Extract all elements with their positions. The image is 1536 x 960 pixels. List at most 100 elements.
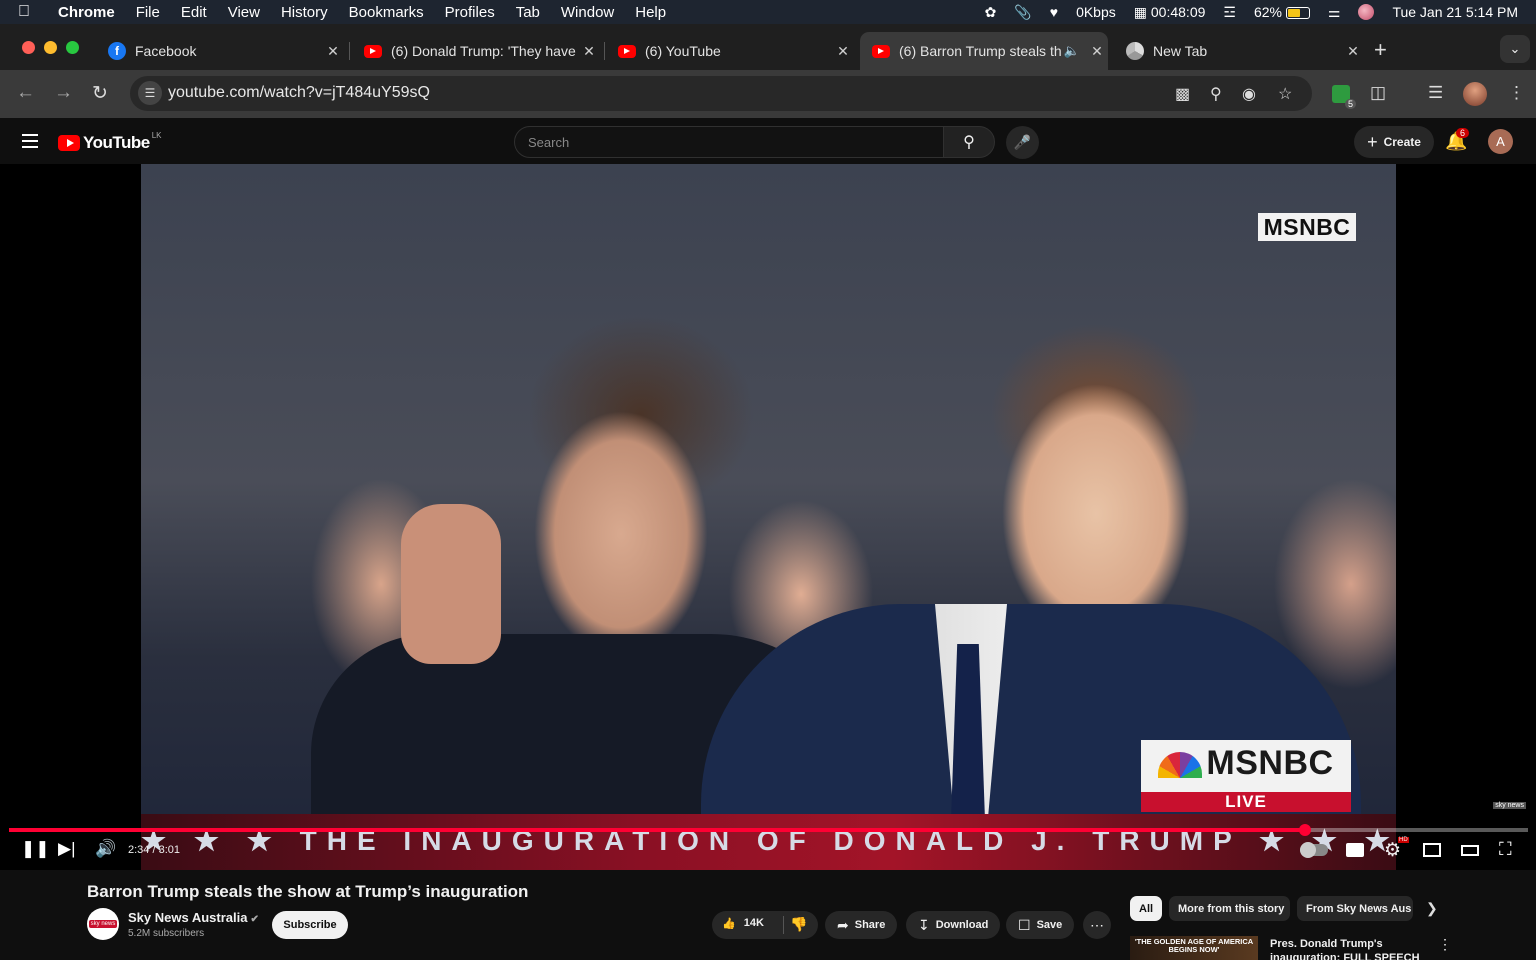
url-text[interactable]: youtube.com/watch?v=jT484uY59sQ <box>168 84 430 102</box>
menu-history[interactable]: History <box>281 4 328 21</box>
bookmark-star-icon[interactable]: ☆ <box>1278 84 1292 104</box>
more-actions-icon[interactable]: ⋯ <box>1083 911 1111 939</box>
volume-icon[interactable]: 🔊 <box>95 839 116 859</box>
extension-icon[interactable]: 5 <box>1332 85 1356 109</box>
video-frame[interactable]: MSNBC MSNBC LIVE ★ ★ ★ THE INAUGURATION … <box>141 164 1396 870</box>
like-dislike-group: 👍 14K 👎 <box>712 911 818 939</box>
user-avatar[interactable]: A <box>1488 129 1513 154</box>
next-video-icon[interactable]: ▶| <box>58 839 76 859</box>
menu-edit[interactable]: Edit <box>181 4 207 21</box>
download-button[interactable]: ↧ Download <box>906 911 1001 939</box>
openai-icon[interactable]: ✿ <box>985 4 997 21</box>
back-arrow-icon[interactable]: ← <box>16 82 35 104</box>
wifi-icon[interactable]: ☲ <box>1223 4 1236 21</box>
theater-mode-icon[interactable] <box>1461 845 1479 856</box>
menu-view[interactable]: View <box>228 4 260 21</box>
inauguration-banner: ★ ★ ★ THE INAUGURATION OF DONALD J. TRUM… <box>141 814 1396 870</box>
close-tab-icon[interactable]: ✕ <box>578 43 600 60</box>
tab-divider <box>604 42 605 60</box>
apple-menu-icon[interactable]:  <box>18 3 44 21</box>
close-window-button[interactable] <box>22 41 35 54</box>
close-tab-icon[interactable]: ✕ <box>1342 43 1364 60</box>
settings-gear-icon[interactable]: ⚙ HD <box>1384 837 1409 862</box>
autoplay-toggle[interactable] <box>1300 842 1328 858</box>
recommended-title[interactable]: Pres. Donald Trump's inauguration: FULL … <box>1270 937 1420 960</box>
zoom-icon[interactable]: ⚲ <box>1210 84 1222 104</box>
kebab-menu-icon[interactable]: ⋮ <box>1508 83 1525 103</box>
menu-window[interactable]: Window <box>561 4 614 21</box>
battery-icon <box>1285 7 1310 20</box>
menu-tab[interactable]: Tab <box>516 4 540 21</box>
create-button[interactable]: + Create <box>1354 126 1434 158</box>
forward-arrow-icon[interactable]: → <box>54 82 73 104</box>
menu-profiles[interactable]: Profiles <box>445 4 495 21</box>
channel-name-link[interactable]: Sky News Australia ✔ <box>128 910 259 925</box>
search-icon: ⚲ <box>963 134 975 151</box>
voice-search-button[interactable]: 🎤 <box>1006 126 1039 159</box>
menu-clock[interactable]: Tue Jan 21 5:14 PM <box>1392 4 1518 20</box>
siri-icon[interactable] <box>1358 4 1375 20</box>
control-center-icon[interactable]: ⚌ <box>1328 4 1341 21</box>
tab-barron-trump[interactable]: (6) Barron Trump steals th 🔈 ✕ <box>860 32 1108 70</box>
vpn-heart-icon[interactable]: ♥ <box>1050 4 1058 20</box>
miniplayer-icon[interactable] <box>1423 843 1441 857</box>
network-speed[interactable]: 0Kbps <box>1076 4 1116 20</box>
video-player[interactable]: MSNBC MSNBC LIVE ★ ★ ★ THE INAUGURATION … <box>0 164 1536 870</box>
chip-from-sky-news[interactable]: From Sky News Aus <box>1297 896 1413 921</box>
search-input[interactable]: Search <box>514 126 944 158</box>
chip-more-from-story[interactable]: More from this story <box>1169 896 1290 921</box>
speaker-icon[interactable]: 🔈 <box>1064 43 1080 59</box>
new-tab-icon[interactable]: + <box>1374 37 1387 63</box>
channel-avatar[interactable]: sky news <box>87 908 119 940</box>
close-tab-icon[interactable]: ✕ <box>832 43 854 60</box>
like-divider <box>783 916 784 934</box>
tab-donald-trump[interactable]: (6) Donald Trump: 'They have ✕ <box>352 32 600 70</box>
address-bar[interactable]: ☰ youtube.com/watch?v=jT484uY59sQ ▩ ⚲ ◉ … <box>130 76 1312 111</box>
chip-all[interactable]: All <box>1130 896 1162 921</box>
share-button[interactable]: ➦ Share <box>825 911 898 939</box>
tab-youtube[interactable]: (6) YouTube ✕ <box>606 32 854 70</box>
menu-help[interactable]: Help <box>635 4 666 21</box>
pause-icon[interactable]: ❚❚ <box>21 839 50 859</box>
like-button[interactable]: 👍 14K <box>722 917 764 930</box>
profile-avatar[interactable] <box>1463 82 1487 106</box>
fullscreen-icon[interactable]: ⛶ <box>1499 839 1512 860</box>
tab-facebook[interactable]: f Facebook ✕ <box>96 32 344 70</box>
save-button[interactable]: ☐ Save <box>1006 911 1075 939</box>
recommendation-menu-icon[interactable]: ⋮ <box>1438 936 1452 953</box>
scrubber-handle[interactable] <box>1298 824 1311 836</box>
eye-off-icon[interactable]: ◉ <box>1242 84 1256 104</box>
like-count: 14K <box>743 917 764 929</box>
hamburger-menu-icon[interactable] <box>22 134 38 152</box>
search-button[interactable]: ⚲ <box>943 126 995 158</box>
site-settings-icon[interactable]: ☰ <box>138 81 162 105</box>
timer-status[interactable]: ▦ 00:48:09 <box>1134 4 1206 21</box>
facebook-icon: f <box>108 42 126 60</box>
notifications-bell-icon[interactable]: 🔔 6 <box>1445 128 1470 152</box>
paperclip-icon[interactable]: 📎 <box>1014 4 1031 21</box>
install-app-icon[interactable]: ▩ <box>1175 84 1190 104</box>
progress-bar[interactable] <box>9 824 1528 836</box>
tab-new-tab[interactable]: New Tab ✕ <box>1114 32 1364 70</box>
close-tab-icon[interactable]: ✕ <box>1086 43 1108 60</box>
minimize-window-button[interactable] <box>44 41 57 54</box>
menu-app-name[interactable]: Chrome <box>58 4 115 21</box>
menu-file[interactable]: File <box>136 4 160 21</box>
maximize-window-button[interactable] <box>66 41 79 54</box>
chevron-right-icon[interactable]: ❯ <box>1426 900 1438 917</box>
subscribe-button[interactable]: Subscribe <box>272 911 348 939</box>
media-controls-icon[interactable]: ☰ <box>1428 83 1443 103</box>
menu-bookmarks[interactable]: Bookmarks <box>349 4 424 21</box>
subtitles-icon[interactable] <box>1346 843 1364 857</box>
tab-search-chevron-icon[interactable]: ⌄ <box>1500 35 1530 63</box>
microphone-icon: 🎤 <box>1013 134 1032 150</box>
thumbs-down-icon[interactable]: 👎 <box>790 916 807 933</box>
puzzle-extensions-icon[interactable]: ◫ <box>1370 83 1386 103</box>
reload-icon[interactable]: ↻ <box>92 82 108 105</box>
youtube-logo[interactable]: YouTube LK <box>58 131 162 153</box>
close-tab-icon[interactable]: ✕ <box>322 43 344 60</box>
video-thumbs-up-hand <box>401 504 501 664</box>
timer-value: 00:48:09 <box>1150 3 1206 20</box>
recommended-thumbnail[interactable]: 'THE GOLDEN AGE OF AMERICA BEGINS NOW' <box>1130 936 1258 960</box>
battery-status[interactable]: 62% <box>1254 4 1310 20</box>
